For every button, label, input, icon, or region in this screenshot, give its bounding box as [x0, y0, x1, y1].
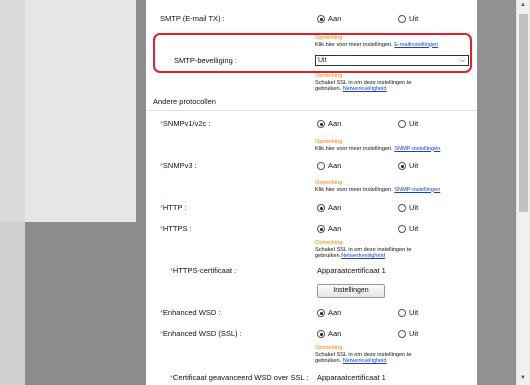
smtp-on-radio[interactable]: Aan: [317, 13, 341, 25]
http-label: *HTTP :: [160, 203, 187, 212]
snmp-settings-link[interactable]: SNMP-instellingen: [394, 146, 440, 152]
snmpv3-off-radio[interactable]: Uit: [398, 160, 418, 172]
left-nav-card: [25, 0, 136, 222]
radio-empty-icon: [398, 120, 406, 128]
radio-selected-icon: [317, 204, 325, 212]
radio-empty-icon: [398, 309, 406, 317]
radio-empty-icon: [398, 15, 406, 23]
radio-empty-icon: [398, 330, 406, 338]
scrollbar-thumb[interactable]: [519, 14, 528, 212]
network-security-link[interactable]: Netwerkveiligheid: [341, 253, 385, 259]
radio-empty-icon: [317, 162, 325, 170]
radio-selected-icon: [317, 330, 325, 338]
snmpv1-note: Opmerking Klik hier voor meer instelling…: [315, 139, 441, 152]
right-margin: [477, 0, 516, 385]
https-label: *HTTPS :: [160, 224, 192, 233]
scroll-down-icon[interactable]: ▼: [520, 375, 526, 381]
smtp-security-note: Opmerking Schakel SSL in om deze instell…: [315, 73, 412, 93]
snmpv3-on-radio[interactable]: Aan: [317, 160, 341, 172]
left-nav-panel-lower: [0, 222, 25, 385]
snmp-settings-link[interactable]: SNMP-instellingen: [394, 187, 440, 193]
radio-selected-icon: [398, 162, 406, 170]
https-note: Opmerking Schakel SSL in om deze instell…: [315, 240, 412, 260]
smtp-label: SMTP (E-mail TX) :: [160, 14, 225, 23]
smtp-security-label: SMTP-beveiliging :: [174, 56, 237, 65]
wsd-ssl-note: Opmerking Schakel SSL in om deze instell…: [315, 345, 412, 365]
https-on-radio[interactable]: Aan: [317, 223, 341, 235]
radio-selected-icon: [317, 15, 325, 23]
left-nav-panel: [0, 0, 25, 222]
chevron-down-icon: ⌵: [459, 57, 465, 64]
http-off-radio[interactable]: Uit: [398, 202, 418, 214]
radio-selected-icon: [317, 120, 325, 128]
wsd-label: *Enhanced WSD :: [160, 308, 221, 317]
radio-empty-icon: [398, 225, 406, 233]
network-security-link[interactable]: Netwerkveiligheid: [343, 86, 387, 92]
snmpv3-label: *SNMPv3 :: [160, 161, 197, 170]
https-off-radio[interactable]: Uit: [398, 223, 418, 235]
wsd-cert-label: *Certificaat geavanceerd WSD over SSL :: [170, 373, 309, 382]
radio-selected-icon: [317, 225, 325, 233]
https-cert-value: Apparaatcertificaat 1: [317, 266, 386, 275]
radio-selected-icon: [317, 309, 325, 317]
snmpv1-off-radio[interactable]: Uit: [398, 118, 418, 130]
network-security-link[interactable]: Netwerkveiligheid: [343, 358, 387, 364]
wsd-off-radio[interactable]: Uit: [398, 307, 418, 319]
smtp-security-select[interactable]: Uit ⌵: [315, 55, 469, 66]
smtp-off-radio[interactable]: Uit: [398, 13, 418, 25]
http-on-radio[interactable]: Aan: [317, 202, 341, 214]
snmpv1-label: *SNMPv1/v2c :: [160, 119, 211, 128]
wsd-cert-value: Apparaatcertificaat 1: [317, 373, 386, 382]
https-cert-label: *HTTPS-certificaat :: [170, 266, 237, 275]
wsd-ssl-label: *Enhanced WSD (SSL) :: [160, 329, 242, 338]
wsd-on-radio[interactable]: Aan: [317, 307, 341, 319]
settings-button[interactable]: Instellingen: [317, 284, 385, 298]
radio-empty-icon: [398, 204, 406, 212]
wsd-ssl-off-radio[interactable]: Uit: [398, 328, 418, 340]
smtp-security-highlight: [153, 33, 472, 73]
snmpv3-note: Opmerking Klik hier voor meer instelling…: [315, 180, 441, 193]
section-other-protocols: Andere protocollen: [153, 97, 216, 106]
section-divider: [146, 110, 477, 111]
wsd-ssl-on-radio[interactable]: Aan: [317, 328, 341, 340]
settings-form: SMTP (E-mail TX) : Aan Uit Opmerking Kli…: [146, 0, 477, 385]
vertical-scrollbar[interactable]: ▲ ▼: [516, 0, 530, 385]
scroll-up-icon[interactable]: ▲: [520, 2, 526, 8]
snmpv1-on-radio[interactable]: Aan: [317, 118, 341, 130]
